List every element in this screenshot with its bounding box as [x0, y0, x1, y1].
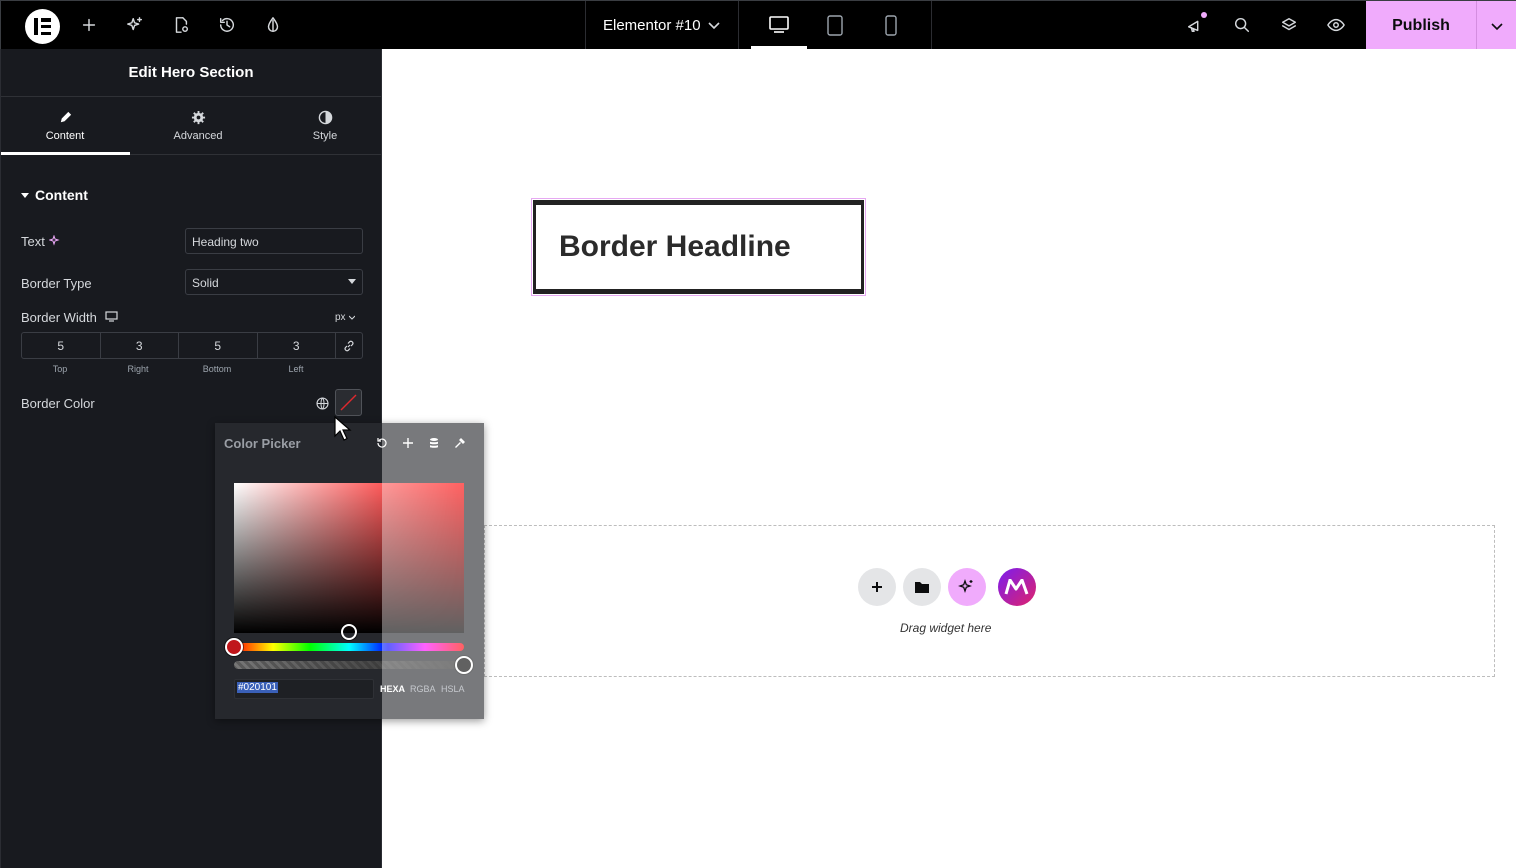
- drop-zone-text: Drag widget here: [900, 621, 992, 635]
- chevron-down-icon[interactable]: [707, 18, 721, 32]
- chevron-down-icon: [349, 315, 355, 320]
- desktop-icon[interactable]: [105, 311, 118, 323]
- mouse-cursor-icon: [334, 416, 352, 441]
- border-left-input[interactable]: 3: [258, 333, 336, 358]
- dim-label-bottom: Bottom: [202, 364, 232, 374]
- tab-label: Advanced: [173, 130, 223, 142]
- panel-title: Edit Hero Section: [1, 49, 381, 97]
- plugin-logo-icon[interactable]: [998, 568, 1036, 606]
- folder-icon: [915, 582, 929, 593]
- picker-overlay: [382, 423, 484, 719]
- page-settings-icon[interactable]: [167, 11, 195, 39]
- border-type-select[interactable]: Solid: [185, 269, 363, 295]
- ai-generate-button[interactable]: [948, 568, 986, 606]
- dim-label-right: Right: [127, 364, 149, 374]
- border-top-input[interactable]: 5: [22, 333, 101, 358]
- no-color-icon: [340, 394, 357, 411]
- tab-style[interactable]: Style: [261, 97, 389, 155]
- contrast-icon: [318, 110, 332, 125]
- globe-icon: [315, 396, 329, 410]
- tab-label: Content: [45, 130, 85, 142]
- editor-canvas: [383, 49, 1516, 868]
- active-tab-indicator: [1, 152, 130, 155]
- saturation-handle[interactable]: [341, 624, 357, 640]
- desktop-icon[interactable]: [768, 15, 790, 35]
- color-picker-title: Color Picker: [224, 436, 301, 451]
- select-value: Solid: [192, 276, 219, 290]
- database-icon[interactable]: [426, 435, 442, 451]
- heading-text: Border Headline: [533, 200, 864, 294]
- section-toggle[interactable]: Content: [21, 187, 88, 203]
- mobile-icon[interactable]: [881, 15, 901, 37]
- add-template-button[interactable]: [903, 568, 941, 606]
- reset-icon[interactable]: [374, 435, 390, 451]
- elementor-logo-icon[interactable]: [25, 9, 60, 44]
- heading-widget[interactable]: Border Headline: [531, 198, 866, 296]
- pencil-icon: [60, 111, 71, 123]
- eyedropper-icon[interactable]: [452, 435, 468, 451]
- plus-icon: [872, 582, 882, 592]
- caret-down-icon: [21, 193, 29, 198]
- border-color-label: Border Color: [21, 396, 95, 411]
- ai-sparkle-icon[interactable]: [49, 235, 61, 247]
- link-values-button[interactable]: [336, 333, 362, 358]
- hex-value-text: #020101: [237, 682, 278, 693]
- border-width-label: Border Width: [21, 310, 97, 325]
- history-icon[interactable]: [213, 11, 241, 39]
- publish-options-button[interactable]: [1476, 1, 1516, 50]
- ai-sparkle-icon: [958, 579, 973, 593]
- dim-label-left: Left: [288, 364, 304, 374]
- global-colors-button[interactable]: [309, 390, 335, 416]
- border-right-input[interactable]: 3: [101, 333, 179, 358]
- section-title: Content: [35, 187, 88, 203]
- chevron-down-icon: [1491, 22, 1503, 30]
- search-icon[interactable]: [1228, 11, 1256, 39]
- add-color-icon[interactable]: [400, 435, 416, 451]
- unit-select[interactable]: px: [335, 312, 346, 323]
- publish-button[interactable]: Publish: [1366, 1, 1476, 50]
- gear-icon: [191, 110, 205, 125]
- document-title[interactable]: Elementor #10: [603, 17, 701, 34]
- text-input[interactable]: Heading two: [185, 228, 363, 254]
- hue-handle[interactable]: [225, 638, 243, 656]
- dim-label-top: Top: [52, 364, 68, 374]
- hex-value-input[interactable]: #020101: [234, 679, 374, 699]
- panel-tabs: Content Advanced Style: [1, 97, 381, 155]
- format-rgba[interactable]: RGBA: [410, 684, 436, 694]
- add-element-icon[interactable]: [75, 11, 103, 39]
- caret-down-icon: [348, 279, 356, 284]
- tablet-icon[interactable]: [825, 15, 845, 37]
- ai-sparkle-icon[interactable]: [121, 11, 149, 39]
- link-icon: [344, 340, 354, 351]
- whats-new-icon[interactable]: [1181, 11, 1209, 39]
- border-color-swatch[interactable]: [335, 389, 362, 416]
- divider: [931, 1, 932, 50]
- format-hexa[interactable]: HEXA: [380, 684, 405, 694]
- tab-content[interactable]: Content: [1, 97, 129, 155]
- text-label: Text: [21, 234, 45, 249]
- preview-icon[interactable]: [1322, 11, 1350, 39]
- border-bottom-input[interactable]: 5: [179, 333, 258, 358]
- add-section-button[interactable]: [858, 568, 896, 606]
- divider: [585, 1, 586, 50]
- notification-dot: [1201, 12, 1207, 18]
- theme-style-icon[interactable]: [259, 11, 287, 39]
- divider: [738, 1, 739, 50]
- border-width-inputs: 5 3 5 3: [21, 332, 363, 359]
- border-type-label: Border Type: [21, 276, 92, 291]
- tab-advanced[interactable]: Advanced: [134, 97, 262, 155]
- structure-icon[interactable]: [1275, 11, 1303, 39]
- drop-zone[interactable]: [484, 525, 1495, 677]
- tab-label: Style: [312, 130, 338, 142]
- top-bar: Elementor #10 Publish: [0, 0, 1516, 50]
- format-hsla[interactable]: HSLA: [441, 684, 465, 694]
- m-logo-icon: [1004, 579, 1029, 595]
